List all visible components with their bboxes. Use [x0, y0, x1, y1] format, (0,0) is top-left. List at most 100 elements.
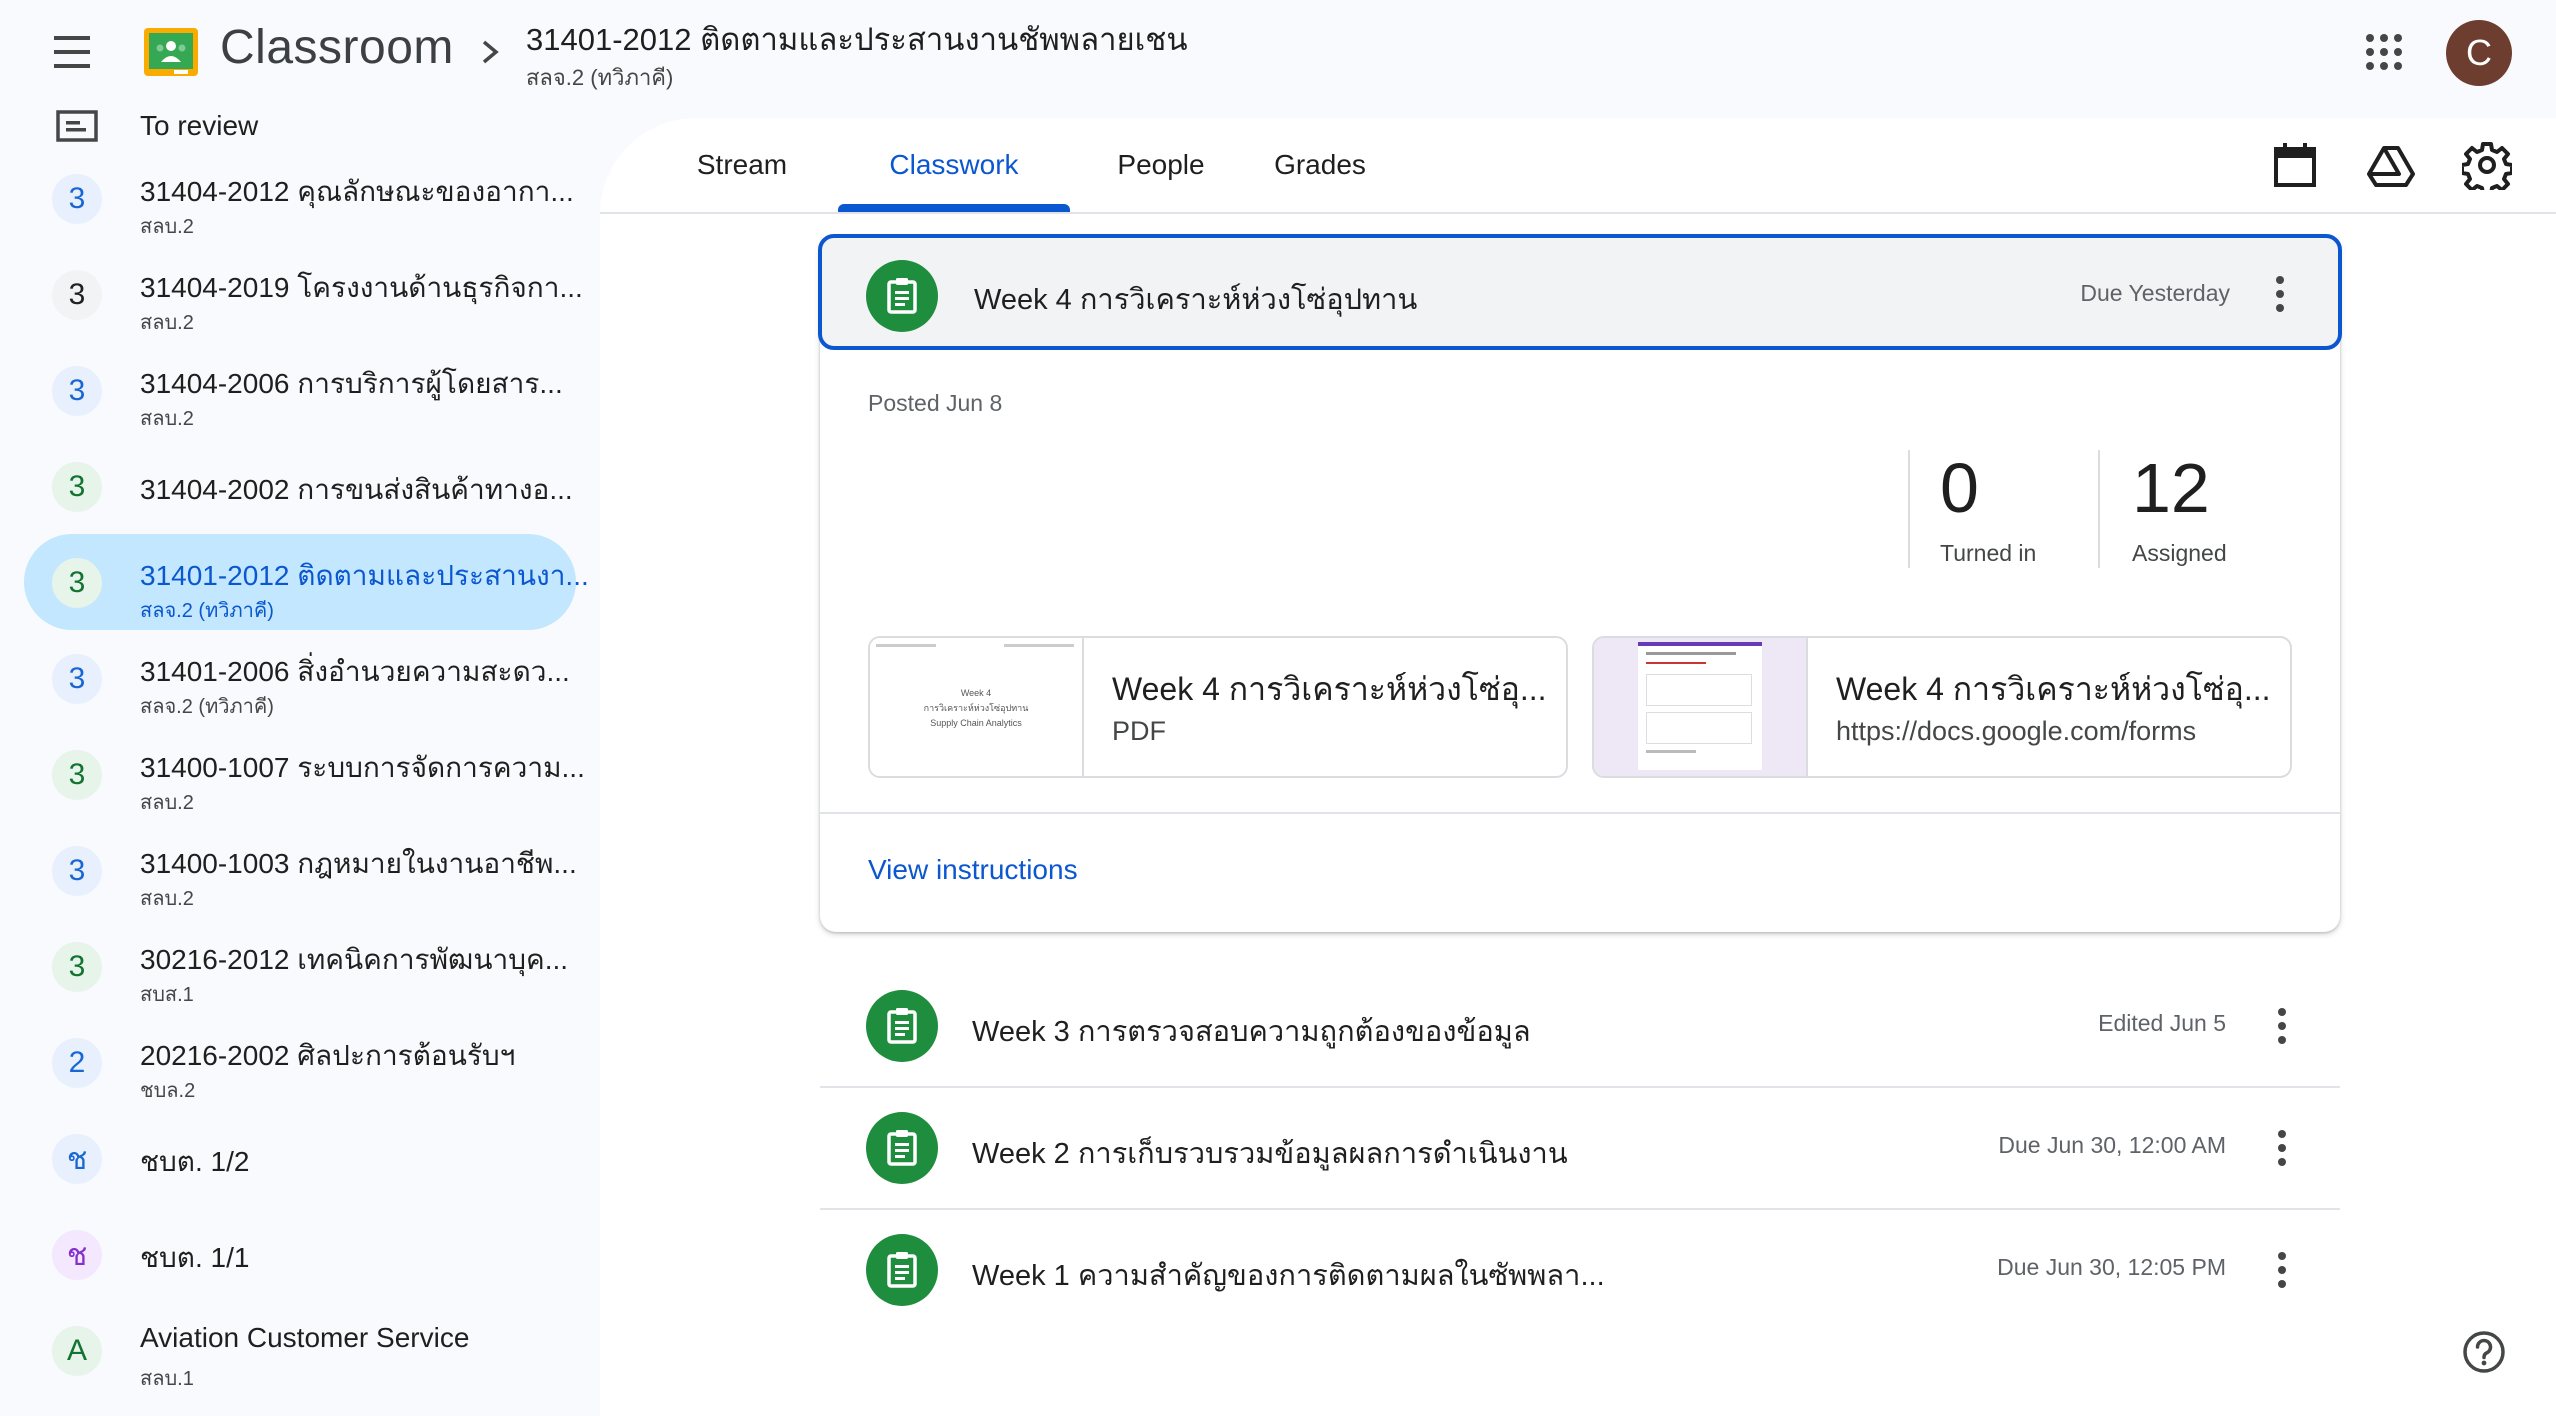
sidebar-course-item[interactable]: 3 31404-2006 การบริการผู้โดยสาร... สลบ.2	[24, 342, 576, 438]
more-options-icon[interactable]	[2262, 1246, 2302, 1294]
turned-in-count[interactable]: 0	[1940, 448, 1979, 528]
course-section: สลบ.2	[140, 408, 194, 430]
sidebar-course-item[interactable]: 3 31401-2012 ติดตามและประสานงา... สลจ.2 (ท…	[24, 534, 589, 630]
assigned-count[interactable]: 12	[2132, 448, 2210, 528]
course-name: 31404-2006 การบริการผู้โดยสาร...	[140, 368, 563, 399]
assignment-row[interactable]: Week 3 การตรวจสอบความถูกต้องของข้อมูล Edi…	[820, 966, 2340, 1088]
sidebar-course-item[interactable]: 3 31404-2019 โครงงานด้านธุรกิจกา... สลบ.2	[24, 246, 583, 342]
attachment-pdf[interactable]: Week 4 การวิเคราะห์ห่วงโซ่อุปทาน Supply …	[868, 636, 1568, 778]
course-badge: 3	[52, 942, 102, 992]
sidebar-course-item[interactable]: 3 31404-2012 คุณลักษณะของอากา... สลบ.2	[24, 150, 576, 246]
course-badge: 3	[52, 174, 102, 224]
course-name: ชบต. 1/2	[140, 1146, 250, 1177]
course-name: 31400-1007 ระบบการจัดการความ...	[140, 752, 585, 783]
course-name: 31401-2006 สิ่งอำนวยความสะดว...	[140, 656, 570, 687]
more-options-icon[interactable]	[2260, 270, 2300, 318]
assignment-icon	[866, 260, 938, 332]
course-badge: 3	[52, 462, 102, 512]
more-options-icon[interactable]	[2262, 1002, 2302, 1050]
course-section: สลบ.1	[140, 1368, 194, 1390]
course-section: สลจ.2 (ทวิภาคี)	[140, 696, 274, 718]
account-avatar[interactable]: C	[2446, 20, 2512, 86]
attachment-type: PDF	[1112, 716, 1166, 746]
pdf-thumbnail-text: Week 4 การวิเคราะห์ห่วงโซ่อุปทาน Supply …	[923, 688, 1029, 728]
stat-divider	[1908, 450, 1910, 568]
course-name: 31400-1003 กฎหมายในงานอาชีพ...	[140, 848, 577, 879]
tab-people[interactable]: People	[1098, 118, 1224, 212]
course-name: 31404-2012 คุณลักษณะของอากา...	[140, 176, 574, 207]
sidebar-course-item[interactable]: ช ชบต. 1/2	[24, 1110, 576, 1206]
assignment-row[interactable]: Week 2 การเก็บรวบรวมข้อมูลผลการดำเนินงาน…	[820, 1088, 2340, 1210]
assignment-icon	[866, 990, 938, 1062]
top-app-bar: Classroom 31401-2012 ติดตามและประสานงานช…	[0, 0, 2556, 104]
assigned-label[interactable]: Assigned	[2132, 540, 2227, 567]
course-name: 20216-2002 ศิลปะการต้อนรับฯ	[140, 1040, 516, 1071]
course-badge: ช	[52, 1230, 102, 1280]
settings-icon[interactable]	[2462, 140, 2512, 190]
attachment-title: Week 4 การวิเคราะห์ห่วงโซ่อุ...	[1836, 671, 2271, 707]
course-title: 31401-2012 ติดตามและประสานงานชัพพลายเชน	[526, 22, 1188, 57]
classroom-logo-icon[interactable]	[144, 28, 198, 76]
course-badge: 3	[52, 750, 102, 800]
course-name: 31401-2012 ติดตามและประสานงา...	[140, 560, 589, 591]
attachment-title: Week 4 การวิเคราะห์ห่วงโซ่อุ...	[1112, 671, 1547, 707]
attachment-url: https://docs.google.com/forms	[1836, 716, 2197, 746]
assignment-header[interactable]: Week 4 การวิเคราะห์ห่วงโซ่อุปทาน Due Yes…	[818, 234, 2342, 350]
assignment-card-expanded: Week 4 การวิเคราะห์ห่วงโซ่อุปทาน Due Yes…	[818, 234, 2342, 932]
course-name: Aviation Customer Service	[140, 1322, 470, 1353]
help-icon[interactable]	[2462, 1330, 2506, 1374]
assignment-icon	[866, 1234, 938, 1306]
assignment-title: Week 4 การวิเคราะห์ห่วงโซ่อุปทาน	[974, 284, 1418, 316]
view-instructions-link[interactable]: View instructions	[868, 854, 1078, 886]
tab-grades[interactable]: Grades	[1250, 118, 1390, 212]
sidebar-nav: To review 3 31404-2012 คุณลักษณะของอากา..…	[0, 104, 600, 1416]
course-badge: 3	[52, 270, 102, 320]
assignment-meta: Edited Jun 5	[2098, 1010, 2226, 1036]
calendar-icon[interactable]	[2270, 140, 2320, 190]
course-section: สลบ.2	[140, 216, 194, 238]
assignment-title: Week 3 การตรวจสอบความถูกต้องของข้อมูล	[972, 1016, 1531, 1048]
attachment-form[interactable]: Week 4 การวิเคราะห์ห่วงโซ่อุ... https://…	[1592, 636, 2292, 778]
course-name: 31404-2019 โครงงานด้านธุรกิจกา...	[140, 272, 583, 303]
assignment-title: Week 2 การเก็บรวบรวมข้อมูลผลการดำเนินงาน	[972, 1138, 1568, 1170]
sidebar-course-item[interactable]: A Aviation Customer Service สลบ.1	[24, 1302, 576, 1398]
drive-icon[interactable]	[2366, 140, 2416, 190]
posted-date: Posted Jun 8	[868, 390, 1003, 416]
course-badge: 3	[52, 654, 102, 704]
course-section: สลบ.2	[140, 792, 194, 814]
assignment-row[interactable]: Week 1 ความสำคัญของการติดตามผลในซัพพลา..…	[820, 1210, 2340, 1330]
course-badge: 3	[52, 366, 102, 416]
course-section: สลจ.2 (ทวิภาคี)	[140, 600, 274, 622]
pdf-thumbnail: Week 4 การวิเคราะห์ห่วงโซ่อุปทาน Supply …	[870, 638, 1084, 776]
tab-stream[interactable]: Stream	[672, 118, 812, 212]
tab-classwork[interactable]: Classwork	[838, 118, 1070, 212]
sidebar-course-item[interactable]: 3 31400-1007 ระบบการจัดการความ... สลบ.2	[24, 726, 585, 822]
assignment-title: Week 1 ความสำคัญของการติดตามผลในซัพพลา..…	[972, 1260, 1605, 1292]
card-divider	[820, 812, 2340, 814]
form-thumbnail	[1594, 638, 1808, 776]
sidebar-course-item[interactable]: 3 31401-2006 สิ่งอำนวยความสะดว... สลจ.2 (ท…	[24, 630, 576, 726]
sidebar-course-item[interactable]: 2 20216-2002 ศิลปะการต้อนรับฯ ชบล.2	[24, 1014, 576, 1110]
main-menu-icon[interactable]	[44, 30, 100, 74]
sidebar-course-item[interactable]: 3 31404-2002 การขนส่งสินค้าทางอ...	[24, 438, 576, 534]
course-badge: A	[52, 1326, 102, 1376]
course-name: ชบต. 1/1	[140, 1242, 250, 1273]
google-apps-icon[interactable]	[2364, 32, 2404, 72]
course-tabs: Stream Classwork People Grades	[600, 118, 2556, 214]
sidebar-course-item[interactable]: 3 30216-2012 เทคนิคการพัฒนาบุค... สบส.1	[24, 918, 576, 1014]
course-section: สลบ.2	[140, 888, 194, 910]
turned-in-label[interactable]: Turned in	[1940, 540, 2036, 567]
to-review-label: To review	[140, 110, 259, 141]
assignment-meta: Due Jun 30, 12:00 AM	[1998, 1132, 2226, 1158]
assignment-due: Due Yesterday	[2080, 280, 2230, 306]
more-options-icon[interactable]	[2262, 1124, 2302, 1172]
stat-divider	[2098, 450, 2100, 568]
course-section: สลบ.2	[140, 312, 194, 334]
sidebar-item-to-review[interactable]: To review	[0, 104, 600, 148]
breadcrumb-chevron-icon	[474, 34, 506, 70]
sidebar-course-item[interactable]: ช ชบต. 1/1	[24, 1206, 576, 1302]
app-title[interactable]: Classroom	[220, 20, 454, 75]
course-section: สลจ.2 (ทวิภาคี)	[526, 65, 674, 90]
sidebar-course-item[interactable]: 3 31400-1003 กฎหมายในงานอาชีพ... สลบ.2	[24, 822, 577, 918]
course-name: 30216-2012 เทคนิคการพัฒนาบุค...	[140, 944, 569, 975]
